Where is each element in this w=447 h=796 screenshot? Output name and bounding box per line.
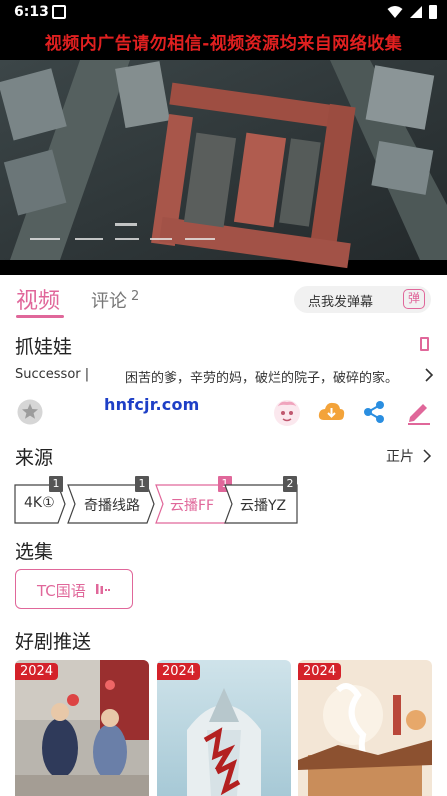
tab-video[interactable]: 视频	[16, 283, 60, 315]
more-options-icon[interactable]	[420, 337, 429, 351]
show-title: 抓娃娃	[15, 336, 73, 358]
source-heading: 来源	[15, 447, 54, 469]
source-tag-qibo[interactable]: 奇播线路 1	[67, 476, 155, 524]
poster-image	[298, 660, 432, 796]
notification-icon	[52, 5, 66, 19]
poster-image	[157, 660, 291, 796]
source-label: 4K①	[24, 495, 55, 511]
comment-count: 2	[131, 289, 140, 304]
year-badge: 2024	[15, 663, 59, 680]
recommend-card[interactable]: 2024	[15, 660, 149, 796]
version-label: 正片	[386, 449, 414, 465]
source-tag-4k[interactable]: 4K① 1	[14, 476, 66, 524]
episode-label: TC国语	[37, 582, 86, 600]
mascot-icon[interactable]	[272, 398, 302, 428]
recommend-card[interactable]: 2024	[298, 660, 432, 796]
show-info-row[interactable]: Successor | 困苦的爹，辛劳的妈，破烂的院子，破碎的家。	[15, 367, 435, 387]
source-label: 奇播线路	[84, 498, 140, 514]
danmaku-toggle-icon[interactable]: 弹	[403, 289, 425, 309]
source-count-badge: 1	[135, 476, 149, 492]
download-icon[interactable]	[318, 400, 345, 424]
source-list: 4K① 1 奇播线路 1 云播FF 1 云播YZ 2	[14, 476, 314, 524]
year-badge: 2024	[157, 663, 201, 680]
video-player[interactable]	[0, 55, 447, 275]
source-count-badge: 2	[283, 476, 297, 492]
episodes-heading: 选集	[15, 541, 54, 563]
poster-image	[15, 660, 149, 796]
episode-button[interactable]: TC国语	[15, 569, 133, 609]
favorite-star-icon[interactable]	[17, 399, 43, 425]
source-count-badge: 1	[49, 476, 63, 492]
send-danmaku-button[interactable]: 点我发弹幕 弹	[294, 286, 431, 313]
recommend-card[interactable]: 2024	[157, 660, 291, 796]
show-description: 困苦的爹，辛劳的妈，破烂的院子，破碎的家。	[125, 371, 399, 386]
share-icon[interactable]	[362, 400, 386, 424]
video-frame	[0, 55, 447, 275]
battery-icon	[429, 5, 437, 19]
tab-active-indicator	[16, 315, 64, 318]
source-label: 云播FF	[170, 498, 215, 514]
chevron-right-icon	[423, 449, 432, 463]
tab-comments[interactable]: 评论	[91, 287, 127, 313]
wifi-icon	[387, 6, 403, 18]
edit-pencil-icon[interactable]	[406, 399, 432, 425]
actions-row: hnfcjr.com	[0, 395, 447, 431]
disclaimer-text: 视频内广告请勿相信-视频资源均来自网络收集	[44, 34, 403, 54]
tabs-row: 视频 评论 2 点我发弹幕 弹	[0, 275, 447, 323]
status-bar: 6:13	[0, 0, 447, 25]
year-badge: 2024	[298, 663, 342, 680]
danmaku-prompt: 点我发弹幕	[308, 295, 374, 310]
english-title: Successor |	[15, 367, 90, 382]
recommend-list: 2024 2024 2024	[15, 660, 435, 796]
status-icons	[387, 5, 437, 19]
status-time: 6:13	[14, 4, 49, 20]
version-selector[interactable]: 正片	[386, 446, 432, 466]
chevron-right-icon	[425, 368, 434, 382]
playing-indicator-icon	[96, 584, 110, 594]
source-label: 云播YZ	[240, 498, 287, 514]
disclaimer-banner: 视频内广告请勿相信-视频资源均来自网络收集	[0, 25, 447, 55]
recommend-heading: 好剧推送	[15, 631, 92, 653]
source-tag-yunbo-yz[interactable]: 云播YZ 2	[224, 476, 298, 524]
signal-icon	[410, 6, 422, 18]
site-watermark: hnfcjr.com	[104, 395, 200, 414]
